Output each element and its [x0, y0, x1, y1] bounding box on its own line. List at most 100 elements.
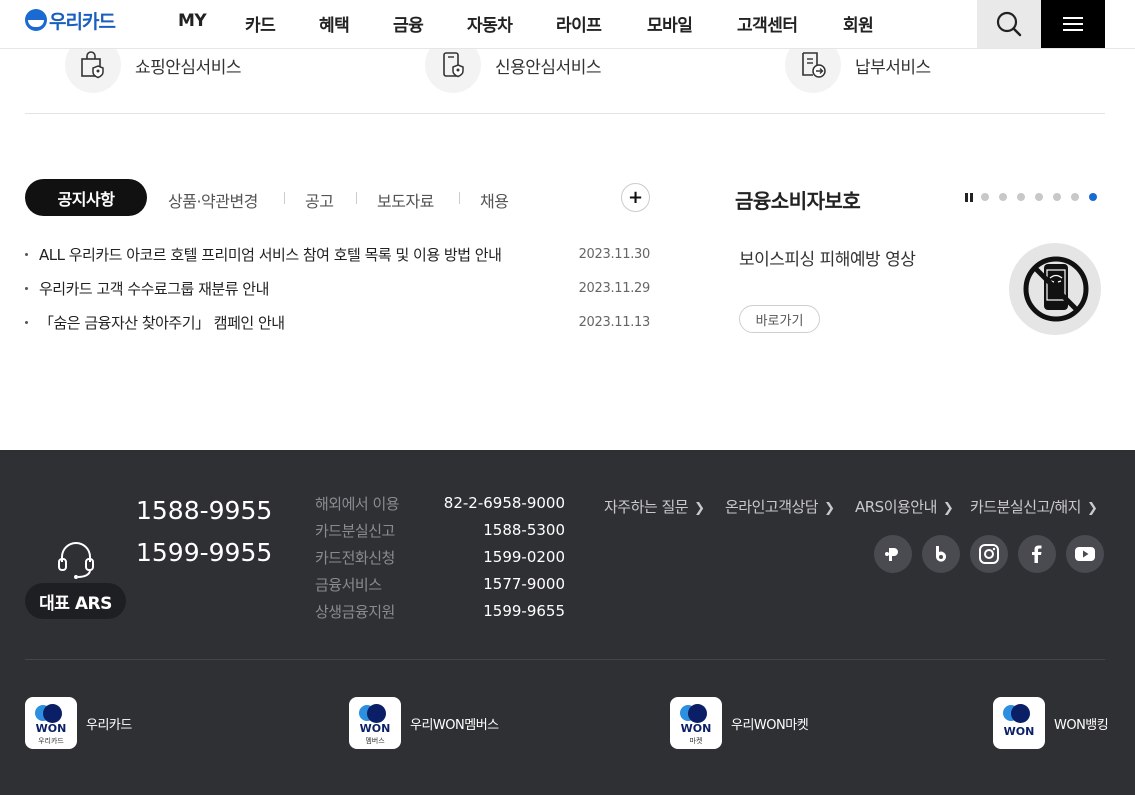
nav-my[interactable]: MY	[178, 11, 207, 31]
tel-label: 금융서비스	[315, 575, 382, 594]
nav-mobile[interactable]: 모바일	[647, 11, 693, 36]
main-phone[interactable]: 1588-9955	[136, 496, 272, 525]
blog-icon[interactable]	[922, 535, 960, 573]
link-ars-guide[interactable]: ARS이용안내 ❯	[855, 496, 954, 517]
consumer-protection-title: 금융소비자보호	[735, 189, 861, 213]
link-faq[interactable]: 자주하는 질문 ❯	[604, 496, 705, 517]
service-label: 납부서비스	[855, 57, 931, 78]
footer-divider	[25, 659, 1105, 660]
tel-row: 카드전화신청 1599-0200	[315, 548, 565, 567]
chevron-right-icon: ❯	[824, 501, 835, 516]
app-label: WON뱅킹	[1054, 717, 1109, 733]
link-card-loss[interactable]: 카드분실신고/해지 ❯	[970, 496, 1098, 517]
won-app-icon: WON 멤버스	[349, 697, 401, 749]
won-app-icon: WON	[993, 697, 1045, 749]
won-app-icon: WON 우리카드	[25, 697, 77, 749]
logo-text: 우리카드	[49, 10, 116, 33]
tel-number[interactable]: 82-2-6958-9000	[444, 494, 565, 512]
link-online-consult[interactable]: 온라인고객상담 ❯	[725, 496, 835, 517]
bullet	[25, 320, 28, 324]
notice-title: 우리카드 고객 수수료그룹 재분류 안내	[39, 279, 269, 298]
slide-dot[interactable]	[1017, 193, 1025, 201]
tab-separator	[356, 192, 357, 204]
chevron-right-icon: ❯	[942, 501, 954, 516]
pause-icon[interactable]	[965, 192, 973, 202]
app-icon-text: WON	[1003, 725, 1035, 738]
slide-dot[interactable]	[1053, 193, 1061, 201]
won-app-icon: WON 마켓	[670, 697, 722, 749]
app-label: 우리카드	[86, 717, 132, 733]
tel-row: 해외에서 이용 82-2-6958-9000	[315, 494, 565, 513]
main-phone[interactable]: 1599-9955	[136, 538, 272, 567]
nav-member[interactable]: 회원	[843, 11, 874, 36]
more-button[interactable]: +	[621, 183, 650, 212]
tab-notice[interactable]: 공지사항	[25, 179, 147, 216]
headset-icon	[58, 542, 94, 579]
slide-dot[interactable]	[1071, 193, 1079, 201]
slide-dot[interactable]	[1035, 193, 1043, 201]
tab-announcement[interactable]: 공고	[305, 188, 334, 212]
nav-auto[interactable]: 자동차	[467, 11, 513, 36]
nav-life[interactable]: 라이프	[556, 11, 602, 36]
app-icon-text: WON	[35, 722, 67, 735]
search-icon	[996, 11, 1022, 37]
no-phone-icon	[1009, 243, 1101, 335]
instagram-icon[interactable]	[970, 535, 1008, 573]
facebook-icon[interactable]	[1018, 535, 1056, 573]
nav-customer-center[interactable]: 고객센터	[737, 11, 798, 36]
app-won-market[interactable]: WON 마켓 우리WON마켓	[670, 697, 809, 749]
tel-label: 카드전화신청	[315, 548, 395, 567]
tel-row: 카드분실신고 1588-5300	[315, 521, 565, 540]
search-button[interactable]	[977, 0, 1041, 48]
youtube-icon[interactable]	[1066, 535, 1104, 573]
menu-button[interactable]	[1041, 0, 1105, 48]
consumer-protection-text: 보이스피싱 피해예방 영상	[739, 250, 916, 270]
tab-press[interactable]: 보도자료	[377, 188, 434, 212]
nav-finance[interactable]: 금융	[393, 11, 424, 36]
tel-label: 해외에서 이용	[315, 494, 400, 513]
tel-number[interactable]: 1599-0200	[483, 548, 565, 566]
tab-product-terms[interactable]: 상품·약관변경	[168, 188, 258, 212]
chevron-right-icon: ❯	[694, 501, 705, 516]
nav-benefit[interactable]: 혜택	[319, 11, 350, 36]
link-label: 온라인고객상담	[725, 498, 819, 516]
tab-separator	[459, 192, 460, 204]
ars-badge: 대표 ARS	[25, 583, 126, 619]
logo-mark-icon	[25, 9, 47, 31]
link-label: ARS이용안내	[855, 498, 937, 516]
notice-item[interactable]: ALL 우리카드 아코르 호텔 프리미엄 서비스 참여 호텔 목록 및 이용 방…	[25, 243, 650, 265]
notice-title: 「숨은 금융자산 찾아주기」 캠페인 안내	[39, 313, 285, 332]
tel-number[interactable]: 1588-5300	[483, 521, 565, 539]
bullet	[25, 252, 28, 256]
tel-number[interactable]: 1599-9655	[483, 602, 565, 620]
header: 우리카드 MY 카드 혜택 금융 자동차 라이프 모바일 고객센터 회원	[0, 0, 1135, 49]
slide-dot-active[interactable]	[1089, 193, 1097, 201]
page: 우리카드 MY 카드 혜택 금융 자동차 라이프 모바일 고객센터 회원 쇼핑안…	[0, 0, 1135, 795]
chevron-right-icon: ❯	[1086, 501, 1098, 516]
pay-icon[interactable]	[874, 535, 912, 573]
app-woori-card[interactable]: WON 우리카드 우리카드	[25, 697, 132, 749]
footer: 대표 ARS 1588-9955 1599-9955 해외에서 이용 82-2-…	[0, 450, 1135, 795]
app-won-members[interactable]: WON 멤버스 우리WON멤버스	[349, 697, 499, 749]
app-icon-sub: 멤버스	[365, 737, 385, 745]
service-label: 신용안심서비스	[495, 57, 601, 78]
nav-card[interactable]: 카드	[245, 11, 276, 36]
tel-row: 금융서비스 1577-9000	[315, 575, 565, 594]
goto-button[interactable]: 바로가기	[739, 305, 820, 333]
app-icon-sub: 마켓	[689, 737, 703, 745]
notice-item[interactable]: 우리카드 고객 수수료그룹 재분류 안내 2023.11.29	[25, 277, 650, 299]
logo[interactable]: 우리카드	[25, 8, 116, 33]
link-label: 자주하는 질문	[604, 498, 689, 516]
slide-dot[interactable]	[981, 193, 989, 201]
slide-dot[interactable]	[999, 193, 1007, 201]
tel-label: 상생금융지원	[315, 602, 395, 621]
notice-item[interactable]: 「숨은 금융자산 찾아주기」 캠페인 안내 2023.11.13	[25, 311, 650, 333]
hamburger-icon	[1063, 16, 1083, 32]
tel-number[interactable]: 1577-9000	[483, 575, 565, 593]
notice-title: ALL 우리카드 아코르 호텔 프리미엄 서비스 참여 호텔 목록 및 이용 방…	[39, 245, 502, 264]
app-won-banking[interactable]: WON WON뱅킹	[993, 697, 1109, 749]
link-label: 카드분실신고/해지	[970, 498, 1081, 516]
app-icon-sub: 우리카드	[38, 737, 64, 745]
app-icon-text: WON	[680, 722, 712, 735]
tab-recruit[interactable]: 채용	[480, 188, 509, 212]
